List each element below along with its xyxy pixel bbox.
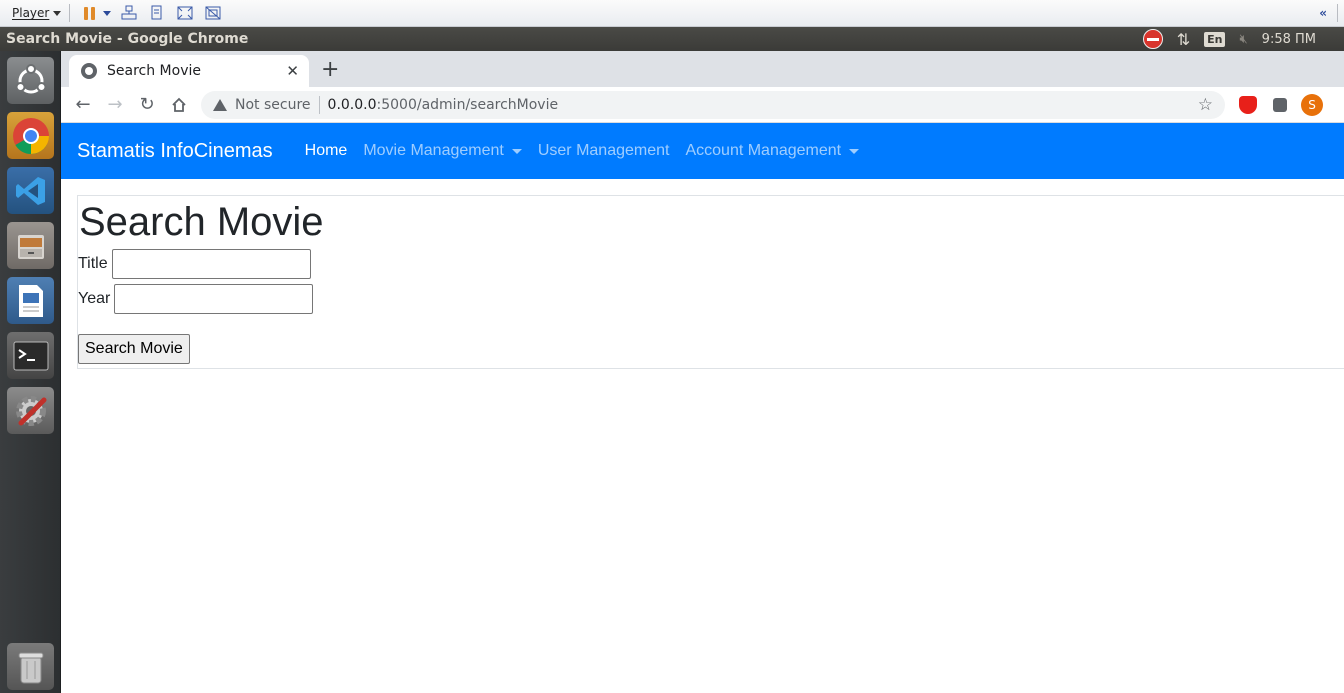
removable-devices-button[interactable] [146,4,168,22]
navbar-brand[interactable]: Stamatis InfoCinemas [77,140,273,163]
search-movie-button[interactable]: Search Movie [78,334,190,364]
divider [318,95,320,114]
extensions-button[interactable] [1271,96,1289,114]
nav-label: Account Management [685,142,842,159]
nav-account-management[interactable]: Account Management [677,142,867,160]
url-host: 0.0.0.0 [327,96,377,113]
title-label: Title [78,255,108,272]
vscode-launcher-icon[interactable] [7,167,54,214]
forward-button[interactable]: → [99,89,131,121]
globe-icon [81,63,97,79]
new-tab-button[interactable]: + [321,57,339,82]
desktop-top-panel: Search Movie - Google Chrome ⇅ En 🔇︎ 9:5… [0,27,1344,51]
player-right-controls: « [1319,4,1338,22]
nav-label: Movie Management [363,142,504,159]
vmware-player-toolbar: Player « [0,0,1344,27]
tab-strip: Search Movie ✕ + [61,51,1344,87]
year-input[interactable] [114,284,314,314]
player-menu[interactable]: Player [12,6,62,20]
back-button[interactable]: ← [67,89,99,121]
close-icon[interactable]: ✕ [286,62,299,80]
volume-muted-icon[interactable]: 🔇︎ [1239,32,1247,47]
window-title: Search Movie - Google Chrome [6,31,249,47]
year-row: Year [78,284,1344,314]
title-row: Title [78,249,1344,279]
pause-icon [83,6,95,20]
send-ctrl-alt-del-button[interactable] [118,4,140,22]
nav-movie-management[interactable]: Movie Management [355,142,530,160]
divider [1337,4,1338,22]
unity-icon [205,6,221,20]
terminal-launcher-icon[interactable] [7,332,54,379]
ublock-extension-icon[interactable] [1239,95,1257,114]
search-form-container: Search Movie Title Year Search Movie [77,195,1344,369]
address-bar[interactable]: Not secure 0.0.0.0 :5000/admin/searchMov… [201,90,1225,119]
network-transfer-icon[interactable]: ⇅ [1177,30,1190,49]
caret-down-icon [849,148,860,154]
trash-icon[interactable] [7,643,54,690]
chrome-launcher-icon[interactable] [7,112,54,159]
year-label: Year [78,290,111,307]
nav-label: Home [304,142,348,159]
keyboard-layout-indicator[interactable]: En [1204,31,1226,47]
network-icon [121,5,137,20]
nav-home[interactable]: Home [297,142,356,160]
url-path: :5000/admin/searchMovie [376,96,559,113]
profile-avatar[interactable]: S [1301,93,1323,116]
fullscreen-icon [177,6,193,20]
no-entry-icon[interactable] [1142,29,1163,49]
nav-user-management[interactable]: User Management [530,142,678,160]
security-label[interactable]: Not secure [235,97,311,113]
writer-document-icon[interactable] [7,277,54,324]
browser-toolbar: ← → ↻ Not secure 0.0.0.0 :5000/admin/sea… [61,87,1344,123]
nav-label: User Management [537,142,670,159]
chevron-down-icon [53,10,62,16]
file-manager-icon[interactable] [7,222,54,269]
tab-title: Search Movie [107,63,201,79]
device-icon [151,5,162,20]
tab-search-movie[interactable]: Search Movie ✕ [69,55,309,87]
page-title: Search Movie [79,200,324,244]
home-icon [172,97,186,112]
browser-window: Search Movie ✕ + ← → ↻ Not secure 0.0.0.… [61,51,1344,693]
home-button[interactable] [163,89,195,121]
unity-mode-button[interactable] [202,4,224,22]
player-menu-label: Player [12,6,50,20]
chevron-down-icon [103,10,112,16]
system-settings-icon[interactable] [7,387,54,434]
caret-down-icon [511,148,522,154]
puzzle-icon [1273,97,1287,112]
site-navbar: Stamatis InfoCinemas Home Movie Manageme… [61,123,1344,179]
reload-button[interactable]: ↻ [131,89,163,121]
fullscreen-button[interactable] [174,4,196,22]
bookmark-star-icon[interactable]: ☆ [1198,95,1213,115]
pause-button[interactable] [78,4,100,22]
collapse-toolbar-icon[interactable]: « [1319,6,1327,20]
pause-options-button[interactable] [102,4,112,22]
warning-icon[interactable] [213,98,227,111]
title-input[interactable] [111,249,311,279]
app-launcher [0,51,61,693]
system-tray: ⇅ En 🔇︎ 9:58 ПМ [1142,29,1336,49]
dash-home-icon[interactable] [7,57,54,104]
divider [69,4,71,22]
clock[interactable]: 9:58 ПМ [1262,32,1316,47]
